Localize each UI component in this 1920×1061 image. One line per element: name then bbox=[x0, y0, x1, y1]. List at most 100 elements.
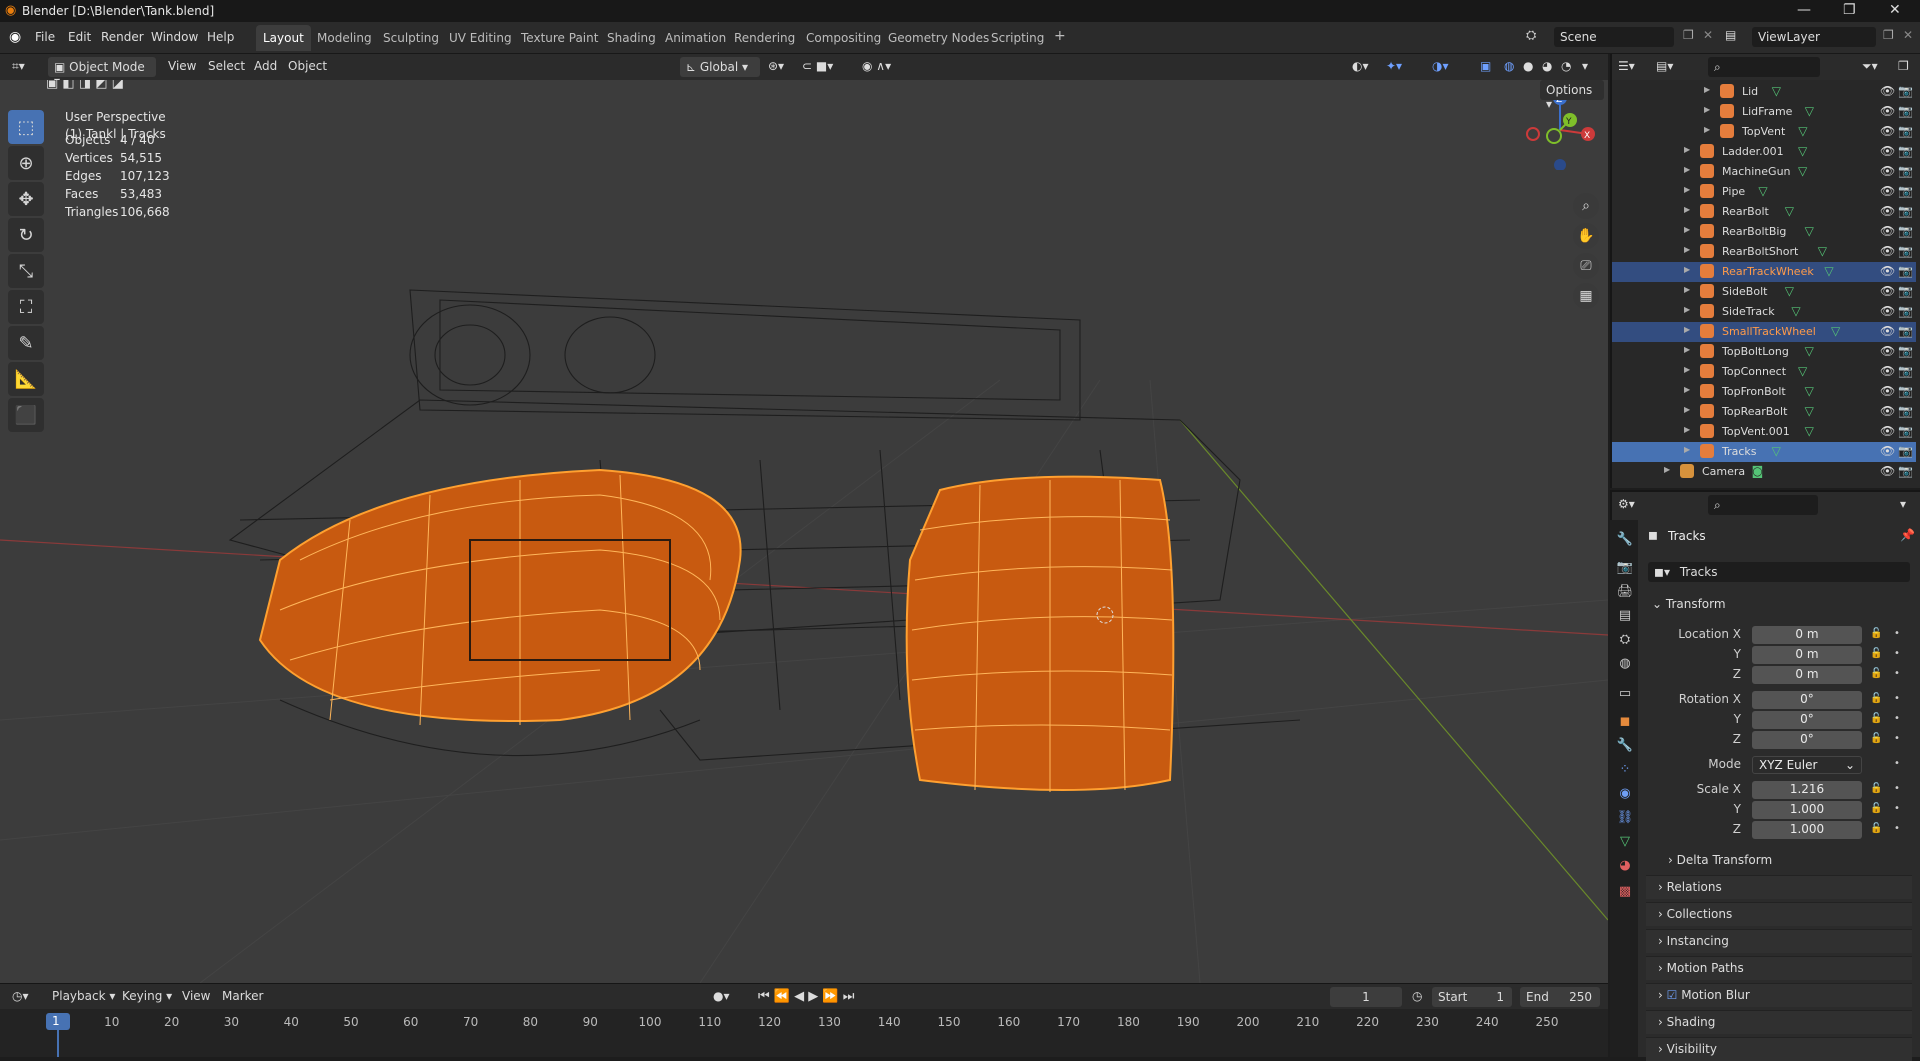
modifier-tab-icon[interactable]: 🔧 bbox=[1616, 738, 1634, 756]
mesh-data-icon[interactable]: ▽ bbox=[1805, 104, 1814, 118]
outliner-row[interactable]: ▶ SideBolt ▽ 👁 📷 bbox=[1612, 282, 1916, 302]
cursor-tool-icon[interactable]: ⊕ bbox=[8, 146, 44, 180]
mesh-data-icon[interactable]: ▽ bbox=[1818, 244, 1827, 258]
menu-keying[interactable]: Keying ▾ bbox=[122, 989, 172, 1003]
lock-icon[interactable]: 🔓 bbox=[1870, 713, 1882, 724]
lock-icon[interactable]: 🔓 bbox=[1870, 693, 1882, 704]
render-toggle-icon[interactable]: 📷 bbox=[1898, 204, 1913, 218]
preview-range-icon[interactable]: ◷ bbox=[1412, 989, 1422, 1003]
object-name-field[interactable]: ◼▾ Tracks bbox=[1648, 562, 1910, 582]
outliner-row[interactable]: ▶ TopRearBolt ▽ 👁 📷 bbox=[1612, 402, 1916, 422]
render-toggle-icon[interactable]: 📷 bbox=[1898, 304, 1913, 318]
rotation-x-field[interactable]: 0° bbox=[1752, 691, 1862, 709]
gizmo-toggle-icon[interactable]: ✦▾ bbox=[1386, 59, 1402, 73]
scene-tab-icon[interactable]: ⛭ bbox=[1616, 632, 1634, 650]
keyframe-dot-icon[interactable]: • bbox=[1894, 733, 1900, 744]
menu-help[interactable]: Help bbox=[207, 30, 234, 44]
panel-relations[interactable]: › Relations bbox=[1646, 875, 1912, 899]
minimize-button[interactable]: — bbox=[1797, 2, 1811, 18]
new-collection-icon[interactable]: ❐ bbox=[1898, 59, 1909, 73]
keyframe-dot-icon[interactable]: • bbox=[1894, 823, 1900, 834]
mesh-data-icon[interactable]: ▽ bbox=[1805, 424, 1814, 438]
tab-rendering[interactable]: Rendering bbox=[727, 25, 802, 51]
eye-icon[interactable]: 👁 bbox=[1880, 184, 1895, 198]
mesh-data-icon[interactable]: ▽ bbox=[1824, 264, 1833, 278]
outliner-row[interactable]: ▶ Pipe ▽ 👁 📷 bbox=[1612, 182, 1916, 202]
expand-toggle-icon[interactable]: ▶ bbox=[1704, 125, 1710, 134]
mesh-data-icon[interactable]: ▽ bbox=[1758, 184, 1767, 198]
outliner-row[interactable]: ▶ TopConnect ▽ 👁 📷 bbox=[1612, 362, 1916, 382]
expand-toggle-icon[interactable]: ▶ bbox=[1684, 345, 1690, 354]
render-toggle-icon[interactable]: 📷 bbox=[1898, 384, 1913, 398]
expand-toggle-icon[interactable]: ▶ bbox=[1684, 445, 1690, 454]
menu-select[interactable]: Select bbox=[208, 59, 245, 73]
mesh-data-icon[interactable]: ▽ bbox=[1805, 404, 1814, 418]
location-z-field[interactable]: 0 m bbox=[1752, 666, 1862, 684]
render-toggle-icon[interactable]: 📷 bbox=[1898, 364, 1913, 378]
render-tab-icon[interactable]: 📷 bbox=[1616, 560, 1634, 578]
start-frame-field[interactable]: Start 1 bbox=[1432, 987, 1512, 1007]
record-icon[interactable]: ●▾ bbox=[713, 989, 730, 1003]
eye-icon[interactable]: 👁 bbox=[1880, 364, 1895, 378]
eye-icon[interactable]: 👁 bbox=[1880, 424, 1895, 438]
menu-view[interactable]: View bbox=[168, 59, 196, 73]
constraints-tab-icon[interactable]: ⛓ bbox=[1616, 810, 1634, 828]
eye-icon[interactable]: 👁 bbox=[1880, 284, 1895, 298]
location-x-field[interactable]: 0 m bbox=[1752, 626, 1862, 644]
tab-animation[interactable]: Animation bbox=[658, 25, 733, 51]
tab-modeling[interactable]: Modeling bbox=[310, 25, 379, 51]
expand-toggle-icon[interactable]: ▶ bbox=[1684, 165, 1690, 174]
render-toggle-icon[interactable]: 📷 bbox=[1898, 404, 1913, 418]
expand-toggle-icon[interactable]: ▶ bbox=[1684, 405, 1690, 414]
mesh-data-icon[interactable]: ▽ bbox=[1791, 304, 1800, 318]
render-toggle-icon[interactable]: 📷 bbox=[1898, 84, 1913, 98]
delta-transform-panel[interactable]: › Delta Transform bbox=[1668, 853, 1772, 867]
render-toggle-icon[interactable]: 📷 bbox=[1898, 164, 1913, 178]
rendered-shading-icon[interactable]: ◔ bbox=[1561, 59, 1571, 73]
add-cube-tool-icon[interactable]: ⬛ bbox=[8, 398, 44, 432]
keyframe-dot-icon[interactable]: • bbox=[1894, 758, 1900, 769]
mesh-data-icon[interactable]: ▽ bbox=[1805, 224, 1814, 238]
render-toggle-icon[interactable]: 📷 bbox=[1898, 324, 1913, 338]
tab-sculpting[interactable]: Sculpting bbox=[376, 25, 446, 51]
select-mode-icons[interactable]: ▣ ◧ ◨ ◩ ◪ bbox=[46, 80, 124, 91]
mesh-data-icon[interactable]: ▽ bbox=[1798, 364, 1807, 378]
eye-icon[interactable]: 👁 bbox=[1880, 404, 1895, 418]
expand-toggle-icon[interactable]: ▶ bbox=[1684, 425, 1690, 434]
snap-icon[interactable]: ⊂ ■▾ bbox=[802, 59, 833, 73]
add-workspace-button[interactable]: + bbox=[1047, 25, 1073, 51]
properties-editor-type-icon[interactable]: ⚙▾ bbox=[1618, 497, 1635, 511]
measure-tool-icon[interactable]: 📐 bbox=[8, 362, 44, 396]
expand-toggle-icon[interactable]: ▶ bbox=[1684, 205, 1690, 214]
keyframe-dot-icon[interactable]: • bbox=[1894, 803, 1900, 814]
scale-x-field[interactable]: 1.216 bbox=[1752, 781, 1862, 799]
mesh-data-icon[interactable]: ▽ bbox=[1831, 324, 1840, 338]
remove-view-layer-icon[interactable]: ✕ bbox=[1903, 28, 1913, 42]
annotate-tool-icon[interactable]: ✎ bbox=[8, 326, 44, 360]
outliner-row[interactable]: ▶ RearBolt ▽ 👁 📷 bbox=[1612, 202, 1916, 222]
transform-orientation-dropdown[interactable]: ⊾ Global ▾ bbox=[680, 57, 760, 77]
tab-scripting[interactable]: Scripting bbox=[984, 25, 1051, 51]
pan-hand-icon[interactable]: ✋ bbox=[1573, 223, 1599, 249]
eye-icon[interactable]: 👁 bbox=[1880, 204, 1895, 218]
tab-layout[interactable]: Layout bbox=[256, 25, 311, 51]
outliner-row[interactable]: ▶ TopVent.001 ▽ 👁 📷 bbox=[1612, 422, 1916, 442]
playhead-line[interactable] bbox=[57, 1029, 59, 1057]
timeline-editor-type-icon[interactable]: ◷▾ bbox=[12, 989, 29, 1003]
gizmo-neg-x-axis[interactable] bbox=[1526, 127, 1540, 141]
keyframe-dot-icon[interactable]: • bbox=[1894, 783, 1900, 794]
eye-icon[interactable]: 👁 bbox=[1880, 224, 1895, 238]
camera-data-icon[interactable]: ◙ bbox=[1752, 464, 1764, 478]
scale-tool-icon[interactable]: ⤡ bbox=[8, 254, 44, 288]
eye-icon[interactable]: 👁 bbox=[1880, 104, 1895, 118]
scale-y-field[interactable]: 1.000 bbox=[1752, 801, 1862, 819]
3d-viewport[interactable]: ▣ ◧ ◨ ◩ ◪ User Perspective (1) Tankl | T… bbox=[0, 80, 1608, 983]
mesh-data-icon[interactable]: ▽ bbox=[1805, 344, 1814, 358]
menu-marker[interactable]: Marker bbox=[222, 989, 263, 1003]
outliner-row[interactable]: ▶ Tracks ▽ 👁 📷 bbox=[1612, 442, 1916, 462]
eye-icon[interactable]: 👁 bbox=[1880, 304, 1895, 318]
panel-motion-blur[interactable]: › ☑ Motion Blur bbox=[1646, 983, 1912, 1007]
menu-add[interactable]: Add bbox=[254, 59, 277, 73]
render-toggle-icon[interactable]: 📷 bbox=[1898, 104, 1913, 118]
mesh-data-icon[interactable]: ▽ bbox=[1785, 284, 1794, 298]
